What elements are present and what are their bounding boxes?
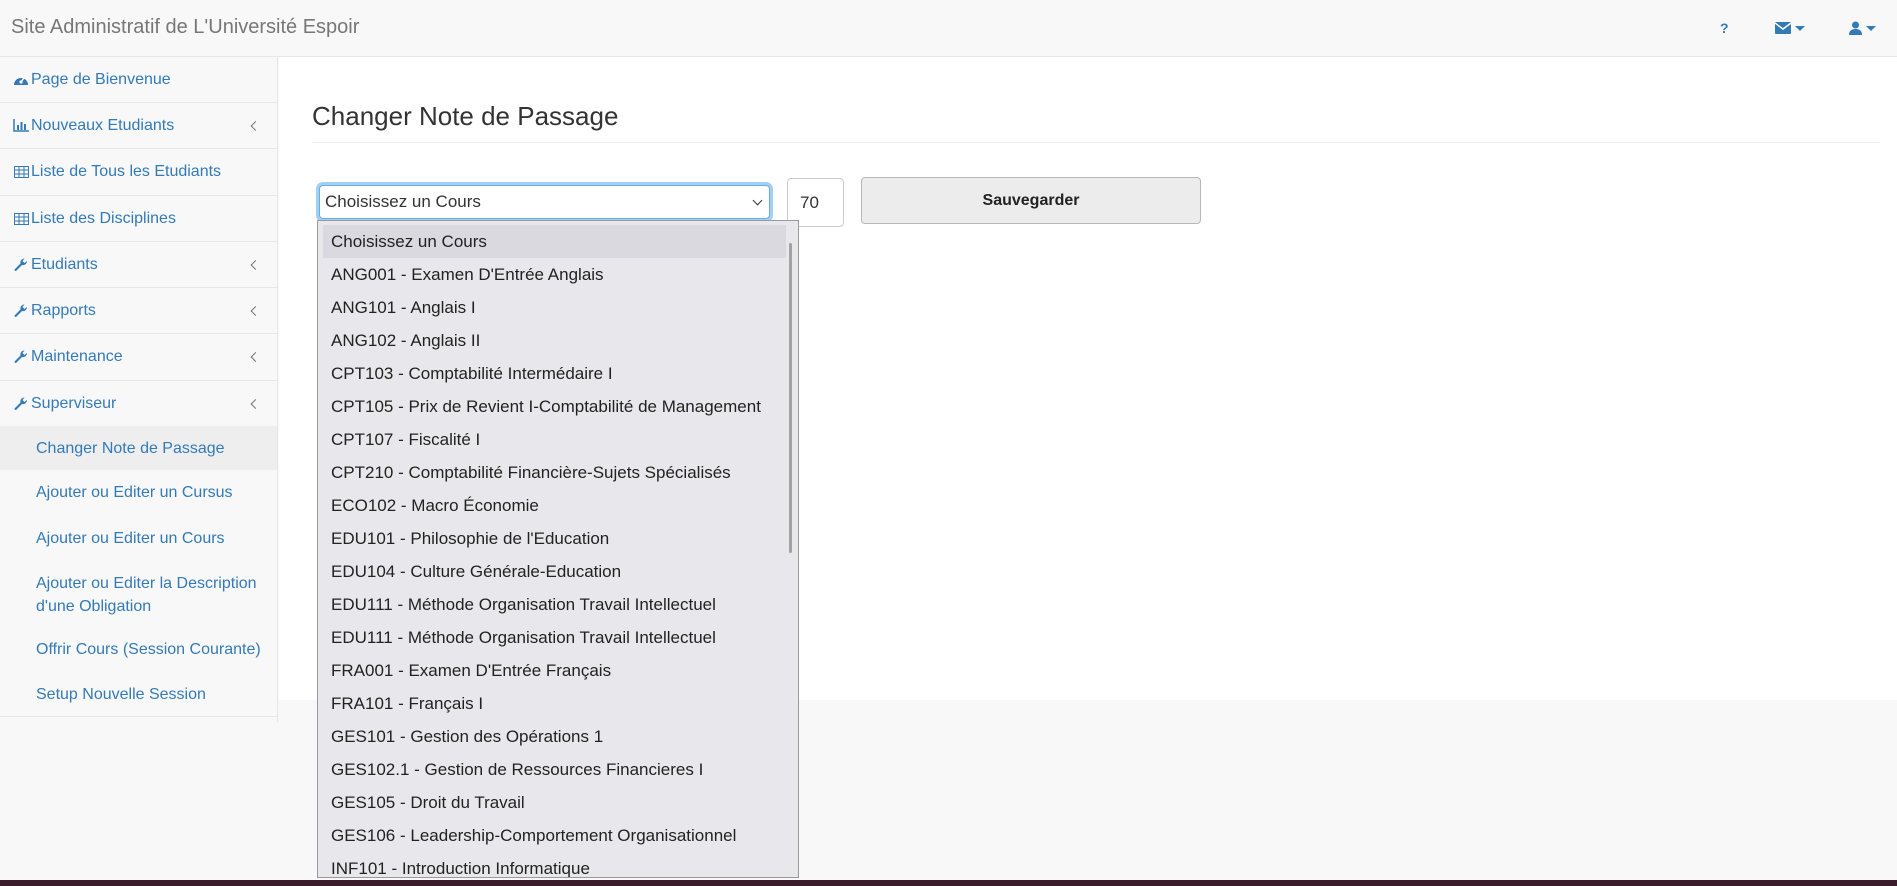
sidebar-item-new-students[interactable]: Nouveaux Etudiants xyxy=(0,103,277,149)
course-option[interactable]: ANG102 - Anglais II xyxy=(331,324,787,357)
sidebar-item-students[interactable]: Etudiants xyxy=(0,242,277,288)
chevron-left-icon xyxy=(250,398,261,409)
sidebar-item-label: Rapports xyxy=(31,301,96,319)
sidebar-item-label: Maintenance xyxy=(31,348,123,365)
sidebar-subitem-edit-course[interactable]: Ajouter ou Editer un Cours xyxy=(0,515,277,560)
course-select-value: Choisissez un Cours xyxy=(325,192,481,211)
bar-chart-icon xyxy=(11,119,31,132)
wrench-icon xyxy=(11,303,31,318)
course-option[interactable]: FRA001 - Examen D'Entrée Français xyxy=(331,654,787,687)
sidebar-item-welcome[interactable]: Page de Bienvenue xyxy=(0,57,277,103)
sidebar-item-maintenance[interactable]: Maintenance xyxy=(0,334,277,381)
site-brand[interactable]: Site Administratif de L'Université Espoi… xyxy=(11,16,359,39)
caret-down-icon xyxy=(1866,25,1876,31)
messages-dropdown[interactable] xyxy=(1775,17,1805,39)
course-option[interactable]: EDU101 - Philosophie de l'Education xyxy=(331,522,787,555)
sidebar-item-label: Page de Bienvenue xyxy=(31,70,171,88)
course-option[interactable]: EDU111 - Méthode Organisation Travail In… xyxy=(331,621,787,654)
dropdown-scrollbar[interactable] xyxy=(789,243,792,553)
dashboard-icon xyxy=(11,73,31,86)
wrench-icon xyxy=(11,257,31,272)
chevron-left-icon xyxy=(250,305,261,316)
course-option[interactable]: ANG001 - Examen D'Entrée Anglais xyxy=(331,258,787,291)
user-dropdown[interactable] xyxy=(1849,17,1876,39)
chevron-left-icon xyxy=(250,120,261,131)
course-select[interactable]: Choisissez un Cours xyxy=(319,185,770,219)
course-option[interactable]: INF101 - Introduction Informatique xyxy=(331,852,787,877)
save-button[interactable]: Sauvegarder xyxy=(861,177,1201,224)
sidebar-item-label: Superviseur xyxy=(31,394,117,412)
chevron-left-icon xyxy=(250,352,261,362)
course-option[interactable]: Choisissez un Cours xyxy=(323,225,786,258)
sidebar-item-label: Etudiants xyxy=(31,255,98,273)
course-option[interactable]: GES102.1 - Gestion de Ressources Financi… xyxy=(331,753,787,786)
wrench-icon xyxy=(11,350,31,364)
sidebar-item-label: Liste des Disciplines xyxy=(31,209,176,227)
table-icon xyxy=(11,166,31,178)
sidebar-item-supervisor[interactable]: Superviseur xyxy=(0,381,277,426)
course-option[interactable]: CPT210 - Comptabilité Financière-Sujets … xyxy=(331,456,787,489)
sidebar-subitem-new-session[interactable]: Setup Nouvelle Session xyxy=(0,672,277,717)
course-option[interactable]: CPT107 - Fiscalité I xyxy=(331,423,787,456)
caret-down-icon xyxy=(1795,25,1805,31)
page-title: Changer Note de Passage xyxy=(312,101,619,131)
wrench-icon xyxy=(11,396,31,411)
course-option[interactable]: GES106 - Leadership-Comportement Organis… xyxy=(331,819,787,852)
course-option[interactable]: ECO102 - Macro Économie xyxy=(331,489,787,522)
user-icon xyxy=(1849,21,1862,35)
sidebar-subitem-change-passing-grade[interactable]: Changer Note de Passage xyxy=(0,426,277,470)
course-options-list[interactable]: Choisissez un Cours ANG001 - Examen D'En… xyxy=(317,220,799,878)
top-navbar: Site Administratif de L'Université Espoi… xyxy=(0,0,1897,57)
course-option[interactable]: FRA101 - Français I xyxy=(331,687,787,720)
table-icon xyxy=(11,212,31,225)
sidebar-item-reports[interactable]: Rapports xyxy=(0,288,277,334)
sidebar-subitem-offer-courses[interactable]: Offrir Cours (Session Courante) xyxy=(0,627,277,672)
help-icon[interactable]: ? xyxy=(1720,17,1729,39)
course-option[interactable]: EDU104 - Culture Générale-Education xyxy=(331,555,787,588)
course-option[interactable]: CPT105 - Prix de Revient I-Comptabilité … xyxy=(331,390,787,423)
sidebar-subitem-edit-obligation[interactable]: Ajouter ou Editer la Description d'une O… xyxy=(0,560,277,627)
divider xyxy=(312,142,1880,143)
course-option[interactable]: CPT103 - Comptabilité Intermédaire I xyxy=(331,357,787,390)
envelope-icon xyxy=(1775,22,1791,34)
chevron-left-icon xyxy=(250,259,261,270)
chevron-down-icon xyxy=(752,195,763,206)
course-option[interactable]: ANG101 - Anglais I xyxy=(331,291,787,324)
sidebar-item-label: Liste de Tous les Etudiants xyxy=(31,163,222,180)
sidebar: Page de Bienvenue Nouveaux Etudiants Lis… xyxy=(0,57,278,722)
sidebar-item-all-students[interactable]: Liste de Tous les Etudiants xyxy=(0,149,277,196)
taskbar-edge xyxy=(0,880,1897,886)
sidebar-item-label: Nouveaux Etudiants xyxy=(31,116,175,134)
course-option[interactable]: GES101 - Gestion des Opérations 1 xyxy=(331,720,787,753)
course-option[interactable]: EDU111 - Méthode Organisation Travail In… xyxy=(331,588,787,621)
course-option[interactable]: GES105 - Droit du Travail xyxy=(331,786,787,819)
sidebar-item-disciplines[interactable]: Liste des Disciplines xyxy=(0,196,277,242)
sidebar-subitem-edit-curriculum[interactable]: Ajouter ou Editer un Cursus xyxy=(0,470,277,515)
